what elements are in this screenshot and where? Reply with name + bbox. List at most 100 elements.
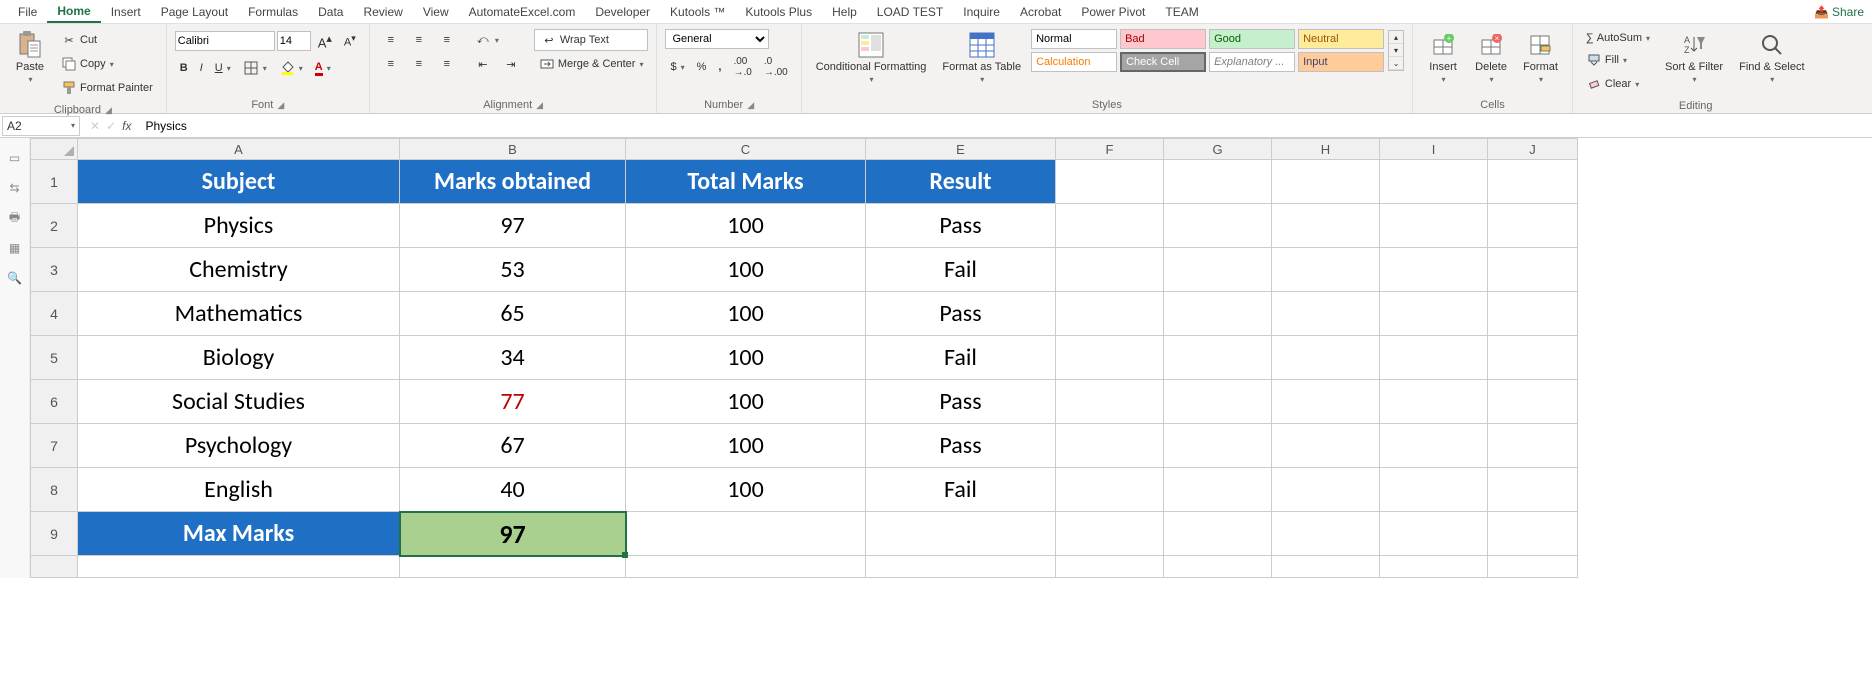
cell[interactable]: Subject [78,160,400,204]
cell[interactable] [1272,336,1380,380]
cell[interactable] [1056,556,1164,578]
conditional-formatting-button[interactable]: Conditional Formatting▾ [810,29,933,86]
col-header-H[interactable]: H [1272,138,1380,160]
cell[interactable] [1272,380,1380,424]
align-bottom-button[interactable]: ≡ [434,29,460,51]
clear-button[interactable]: Clear▾ [1581,73,1655,95]
cell[interactable]: Biology [78,336,400,380]
sort-filter-button[interactable]: AZSort & Filter▾ [1659,29,1729,86]
cell[interactable] [1272,292,1380,336]
cell[interactable]: 97 [400,512,626,556]
menu-home[interactable]: Home [47,1,100,23]
cell[interactable] [1272,468,1380,512]
cell[interactable] [1488,512,1578,556]
cell[interactable]: Pass [866,292,1056,336]
cell[interactable]: Physics [78,204,400,248]
cell[interactable]: 100 [626,204,866,248]
col-header-C[interactable]: C [626,138,866,160]
cell[interactable] [1056,512,1164,556]
cell[interactable]: 53 [400,248,626,292]
cell[interactable]: 100 [626,292,866,336]
cell[interactable] [626,512,866,556]
menu-acrobat[interactable]: Acrobat [1010,2,1071,22]
cell[interactable]: Pass [866,204,1056,248]
borders-button[interactable]: ▾ [238,57,272,79]
cell[interactable] [866,556,1056,578]
cell[interactable]: 100 [626,380,866,424]
cell[interactable]: 65 [400,292,626,336]
col-header-I[interactable]: I [1380,138,1488,160]
style-calculation[interactable]: Calculation [1031,52,1117,72]
cell[interactable] [1488,424,1578,468]
menu-power-pivot[interactable]: Power Pivot [1071,2,1155,22]
cell[interactable]: 100 [626,336,866,380]
cell[interactable] [1380,204,1488,248]
col-header-E[interactable]: E [866,138,1056,160]
sidebar-icon-5[interactable]: 🔍 [7,270,23,286]
cell[interactable] [1164,424,1272,468]
menu-team[interactable]: TEAM [1155,2,1208,22]
cell[interactable] [626,556,866,578]
cell[interactable]: 40 [400,468,626,512]
cell[interactable] [1056,424,1164,468]
cell[interactable] [1380,556,1488,578]
cell[interactable] [1164,248,1272,292]
cell[interactable] [1488,160,1578,204]
style-explanatory[interactable]: Explanatory ... [1209,52,1295,72]
decrease-decimal-button[interactable]: .0→.00 [759,53,793,81]
bold-button[interactable]: B [175,59,193,77]
cell[interactable] [1272,556,1380,578]
align-middle-button[interactable]: ≡ [406,29,432,51]
cell[interactable] [1056,160,1164,204]
style-neutral[interactable]: Neutral [1298,29,1384,49]
cell[interactable] [1056,468,1164,512]
cell[interactable] [400,556,626,578]
row-header[interactable]: 6 [30,380,78,424]
font-name-combo[interactable] [175,31,275,51]
cell[interactable] [1056,380,1164,424]
cell[interactable]: Mathematics [78,292,400,336]
cell[interactable] [1164,336,1272,380]
sidebar-icon-1[interactable]: ▭ [7,150,23,166]
share-button[interactable]: 📤Share [1814,5,1864,19]
insert-cells-button[interactable]: +Insert▾ [1421,29,1465,86]
cell[interactable] [1272,248,1380,292]
menu-load-test[interactable]: LOAD TEST [867,2,953,22]
menu-insert[interactable]: Insert [101,2,151,22]
formula-input[interactable] [139,117,1872,135]
cell[interactable] [866,512,1056,556]
format-as-table-button[interactable]: Format as Table▾ [936,29,1027,86]
cell[interactable]: Chemistry [78,248,400,292]
style-bad[interactable]: Bad [1120,29,1206,49]
cell[interactable] [1056,248,1164,292]
cell[interactable] [1164,512,1272,556]
menu-automateexcel[interactable]: AutomateExcel.com [459,2,586,22]
font-dialog-launcher[interactable]: ◢ [277,100,284,111]
cell[interactable] [78,556,400,578]
menu-kutools[interactable]: Kutools ™ [660,2,735,22]
cell[interactable]: 100 [626,468,866,512]
name-box[interactable]: A2▾ [2,116,80,136]
cell[interactable]: Total Marks [626,160,866,204]
menu-inquire[interactable]: Inquire [953,2,1010,22]
cell[interactable]: 77 [400,380,626,424]
find-select-button[interactable]: Find & Select▾ [1733,29,1810,86]
decrease-indent-button[interactable]: ⇤ [470,53,496,75]
cell[interactable]: Fail [866,248,1056,292]
wrap-text-button[interactable]: ↩Wrap Text [534,29,649,51]
clipboard-dialog-launcher[interactable]: ◢ [105,105,112,116]
cell[interactable]: Result [866,160,1056,204]
cell[interactable]: Fail [866,468,1056,512]
col-header-A[interactable]: A [78,138,400,160]
cell[interactable] [1164,292,1272,336]
cell[interactable] [1380,468,1488,512]
cell[interactable] [1056,204,1164,248]
align-top-button[interactable]: ≡ [378,29,404,51]
alignment-dialog-launcher[interactable]: ◢ [536,100,543,111]
row-header[interactable]: 3 [30,248,78,292]
col-header-F[interactable]: F [1056,138,1164,160]
cell[interactable] [1380,380,1488,424]
cell[interactable] [1272,424,1380,468]
sidebar-icon-3[interactable]: 🖶 [7,210,23,226]
menu-formulas[interactable]: Formulas [238,2,308,22]
